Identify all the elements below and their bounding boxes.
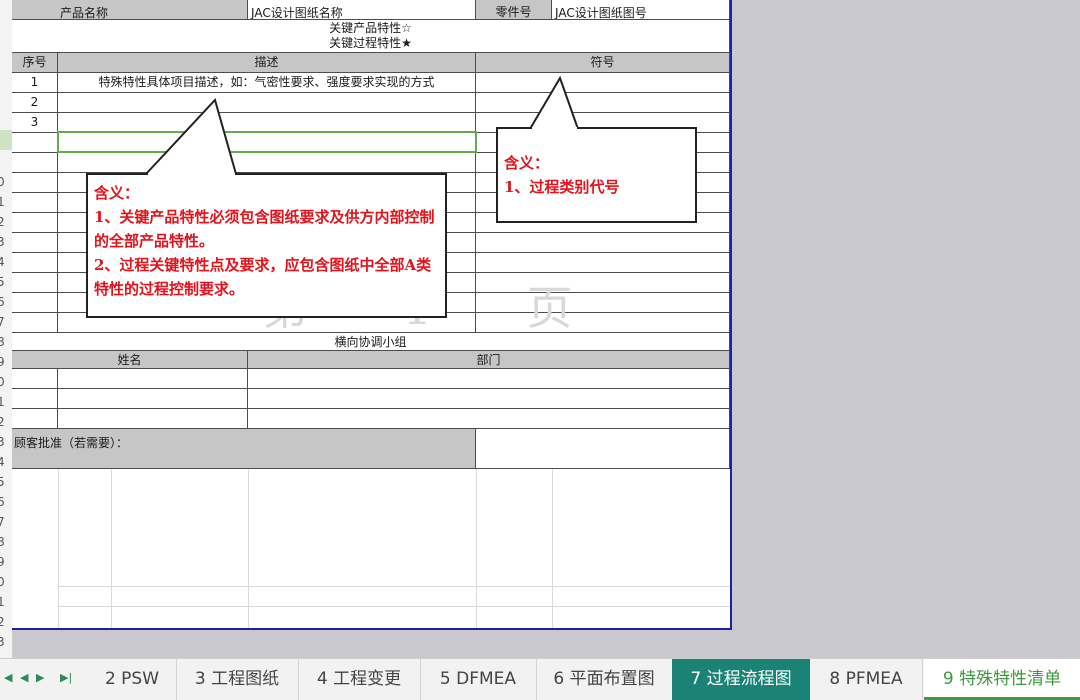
right-callout-title: 含义： bbox=[504, 154, 550, 172]
sheet-tab-bar: ◀ ◀ ▶ ▶| 2 PSW 3 工程图纸 4 工程变更 5 DFMEA 6 平… bbox=[0, 658, 1080, 700]
scroll-next-icon[interactable]: ▶ bbox=[36, 671, 44, 684]
scroll-first-icon[interactable]: ◀ bbox=[4, 671, 12, 684]
right-callout-pointer bbox=[528, 75, 580, 130]
tab-engineering-change[interactable]: 4 工程变更 bbox=[298, 659, 421, 700]
scroll-last-icon[interactable]: ▶| bbox=[60, 671, 72, 684]
right-callout[interactable]: 含义： 1、过程类别代号 bbox=[496, 127, 697, 223]
tab-floor-plan[interactable]: 6 平面布置图 bbox=[536, 659, 673, 700]
left-callout-title: 含义： bbox=[94, 184, 140, 202]
left-callout-seam bbox=[148, 173, 235, 176]
tab-special-characteristics[interactable]: 9 特殊特性清单 bbox=[924, 659, 1080, 700]
tab-engineering-drawing[interactable]: 3 工程图纸 bbox=[176, 659, 299, 700]
tab-pfmea[interactable]: 8 PFMEA bbox=[810, 659, 923, 700]
callout-pointers bbox=[143, 75, 580, 175]
tab-dfmea[interactable]: 5 DFMEA bbox=[420, 659, 537, 700]
left-callout-point-1: 1、关键产品特性必须包含图纸要求及供方内部控制的全部产品特性。 bbox=[94, 208, 435, 250]
left-callout-point-2: 2、过程关键特性点及要求，应包含图纸中全部A类特性的过程控制要求。 bbox=[94, 256, 432, 298]
left-callout[interactable]: 含义： 1、关键产品特性必须包含图纸要求及供方内部控制的全部产品特性。 2、过程… bbox=[86, 173, 447, 318]
tab-process-flow[interactable]: 7 过程流程图 bbox=[672, 659, 810, 700]
right-callout-seam bbox=[532, 127, 577, 130]
left-callout-pointer bbox=[143, 98, 238, 175]
right-callout-point-1: 1、过程类别代号 bbox=[504, 178, 620, 196]
tab-psw[interactable]: 2 PSW bbox=[88, 659, 177, 700]
scroll-prev-icon[interactable]: ◀ bbox=[20, 671, 28, 684]
